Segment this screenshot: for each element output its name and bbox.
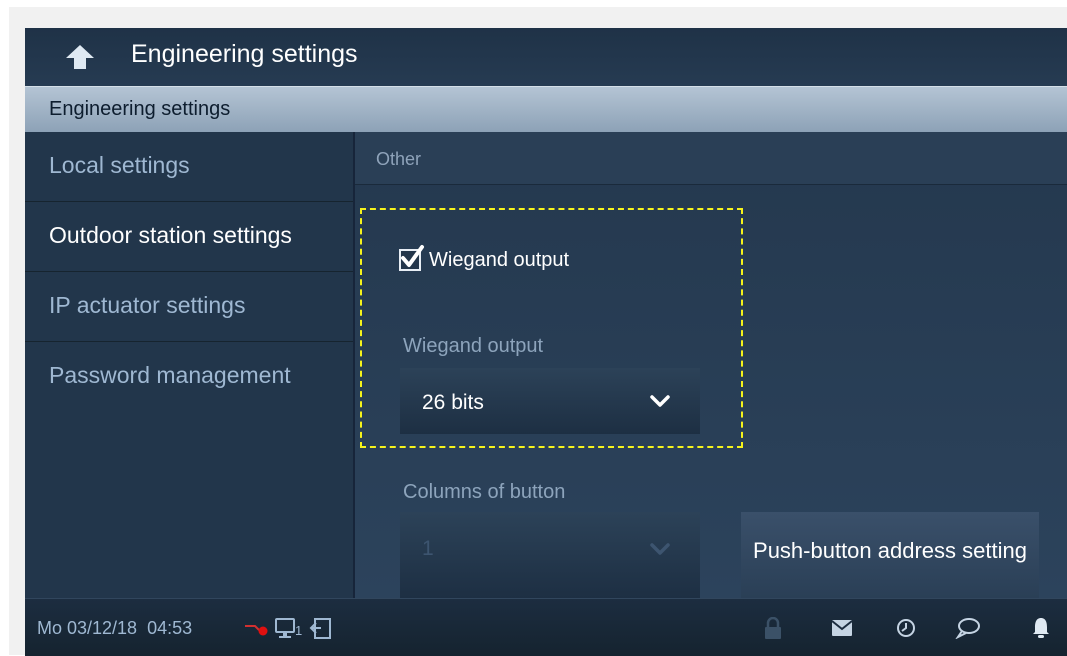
sidebar-item-label: Outdoor station settings (49, 222, 292, 248)
content-header-label: Other (376, 149, 422, 169)
sidebar-item-outdoor-station-settings[interactable]: Outdoor station settings (25, 202, 353, 272)
content-header: Other (355, 132, 1067, 185)
status-datetime: Mo 03/12/18 04:53 (37, 618, 193, 638)
push-button-address-setting-button[interactable]: Push-button address setting (741, 512, 1039, 598)
columns-of-button-value: 1 (422, 537, 434, 560)
wiegand-output-checkbox-label: Wiegand output (429, 249, 570, 271)
bell-icon[interactable] (1031, 616, 1051, 640)
lock-icon[interactable] (763, 617, 783, 641)
push-button-address-setting-label: Push-button address setting (753, 538, 1027, 563)
door-exit-icon (309, 618, 331, 639)
sidebar-item-label: Password management (49, 362, 291, 388)
sidebar-item-label: Local settings (49, 152, 190, 178)
main-content: Other Wiegand output Wiegand output 26 b… (355, 132, 1067, 598)
sidebar: Local settings Outdoor station settings … (25, 132, 353, 598)
back-arrow-icon[interactable] (65, 44, 95, 70)
checkmark-icon (401, 245, 424, 267)
wiegand-output-select[interactable]: 26 bits (400, 368, 700, 434)
monitor-count: 1 (295, 623, 303, 638)
title-bar: Engineering settings (25, 28, 1067, 86)
panel-screen: Engineering settings Engineering setting… (25, 28, 1067, 656)
chevron-down-icon (650, 395, 670, 407)
columns-of-button-label: Columns of button (403, 481, 566, 503)
screenshot-frame: Engineering settings Engineering setting… (9, 7, 1067, 656)
page-title: Engineering settings (131, 40, 358, 68)
section-title: Engineering settings (49, 98, 231, 120)
sidebar-item-local-settings[interactable]: Local settings (25, 132, 353, 202)
columns-of-button-select[interactable]: 1 (400, 512, 700, 598)
sidebar-item-label: IP actuator settings (49, 292, 246, 318)
sidebar-item-password-management[interactable]: Password management (25, 342, 353, 412)
sidebar-item-ip-actuator-settings[interactable]: IP actuator settings (25, 272, 353, 342)
wiegand-output-value: 26 bits (422, 391, 484, 414)
chat-icon[interactable] (955, 617, 981, 639)
mail-icon[interactable] (831, 619, 853, 637)
wiegand-output-field-label: Wiegand output (403, 335, 544, 357)
section-header: Engineering settings (25, 86, 1067, 133)
history-icon[interactable] (895, 617, 917, 639)
chevron-down-icon (650, 543, 670, 555)
status-bar: Mo 03/12/18 04:53 1 (25, 598, 1067, 656)
wiegand-output-checkbox[interactable] (399, 245, 424, 271)
